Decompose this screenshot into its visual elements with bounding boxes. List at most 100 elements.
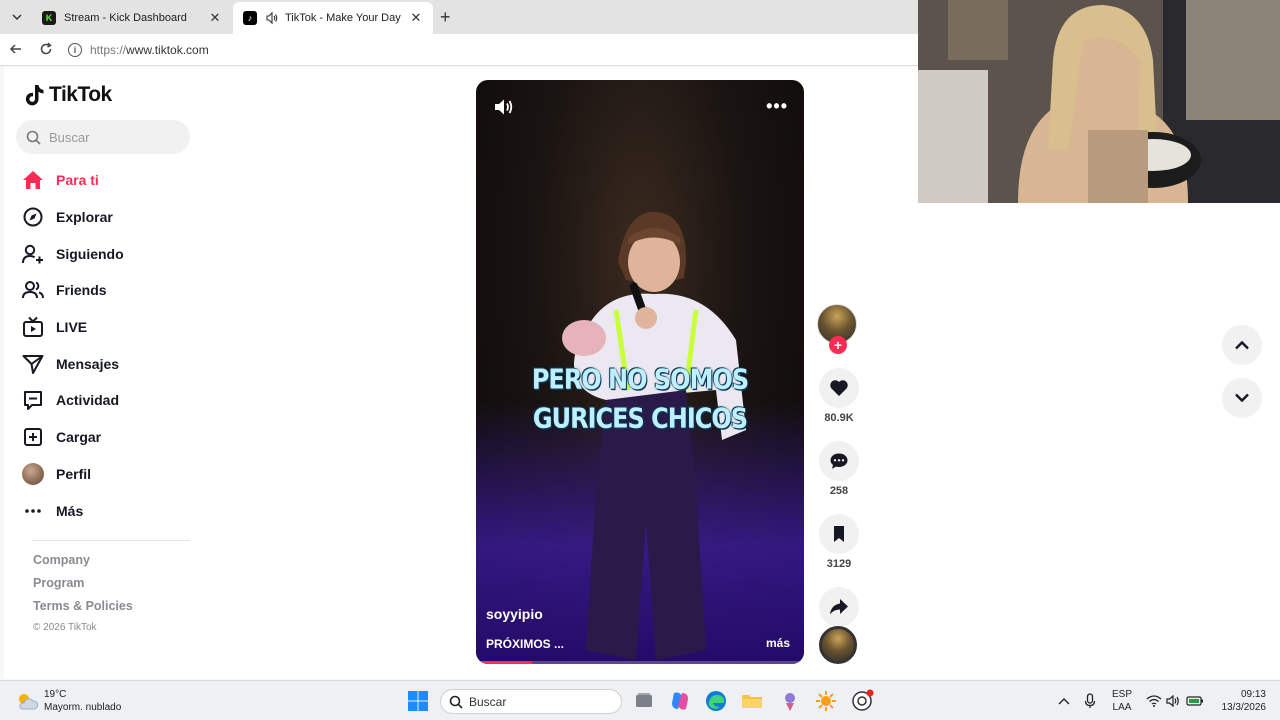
tab-tiktok[interactable]: ♪ TikTok - Make Your Day ✕ (233, 2, 433, 34)
close-tab-icon[interactable]: ✕ (409, 10, 423, 26)
sidebar-item-label: Mensajes (56, 355, 120, 372)
like-count: 80.9K (824, 412, 854, 424)
kick-favicon-icon: K (42, 11, 56, 25)
sidebar-item-siguiendo[interactable]: Siguiendo (20, 235, 190, 272)
sidebar-item-label: Perfil (56, 465, 92, 482)
tab-audio-icon[interactable] (265, 11, 279, 25)
battery-icon[interactable] (1186, 681, 1204, 720)
save-action[interactable]: 3129 (814, 514, 864, 570)
sidebar-item-label: Siguiendo (56, 245, 124, 262)
sidebar-item-label: Para ti (56, 172, 99, 189)
previous-video-button[interactable] (1222, 325, 1262, 365)
taskbar-search[interactable]: Buscar (440, 689, 622, 714)
sidebar-item-para-ti[interactable]: Para ti (20, 162, 190, 199)
video-author[interactable]: soyyipio (486, 606, 543, 622)
app-sun-icon[interactable] (814, 689, 838, 713)
footer-link-company[interactable]: Company (33, 553, 133, 576)
tab-list-chevron-icon[interactable] (8, 8, 26, 26)
weather-widget[interactable]: 19°C Mayorm. nublado (16, 688, 121, 714)
send-icon (20, 351, 46, 377)
app-rocket-icon[interactable] (778, 689, 802, 713)
back-icon[interactable] (8, 42, 24, 58)
reload-icon[interactable] (38, 42, 54, 58)
caption-line-2: GURICES CHICOS (532, 402, 748, 435)
site-info-icon[interactable]: i (68, 43, 82, 57)
new-tab-icon[interactable]: + (440, 7, 451, 28)
sidebar-item-live[interactable]: LIVE (20, 309, 190, 346)
volume-icon[interactable] (492, 96, 514, 118)
sidebar-item-mensajes[interactable]: Mensajes (20, 345, 190, 382)
speaker-icon[interactable] (1166, 681, 1180, 720)
task-view-icon[interactable] (632, 689, 656, 713)
search-icon[interactable] (26, 130, 41, 145)
url-protocol: https:// (90, 43, 127, 57)
profile-avatar (20, 461, 46, 487)
language-indicator[interactable]: ESP LAA (1112, 688, 1132, 714)
tab-title: TikTok - Make Your Day (285, 12, 401, 24)
video-player[interactable]: PERO NO SOMOS GURICES CHICOS ••• soyyipi… (476, 80, 804, 664)
search-icon (449, 695, 463, 709)
logo-text: TikTok (49, 83, 112, 106)
footer-link-program[interactable]: Program (33, 576, 133, 599)
comment-icon[interactable] (819, 441, 859, 481)
caption-line-1: PERO NO SOMOS (531, 363, 749, 396)
tiktok-logo[interactable]: TikTok (24, 83, 112, 107)
weather-temp: 19°C (44, 689, 67, 700)
comment-action[interactable]: 258 (814, 441, 864, 497)
video-description: PRÓXIMOS ... (486, 637, 565, 651)
creator-avatar[interactable]: + (817, 304, 857, 354)
footer-link-terms[interactable]: Terms & Policies (33, 599, 133, 622)
sidebar-item-mas[interactable]: Más (20, 492, 190, 529)
sidebar-footer: Company Program Terms & Policies © 2026 … (33, 553, 133, 645)
friends-icon (20, 277, 46, 303)
user-follow-icon (20, 241, 46, 267)
comment-count: 258 (829, 485, 849, 497)
sidebar-item-label: LIVE (56, 319, 88, 336)
video-more-link[interactable]: más (766, 636, 790, 650)
video-more-options-icon[interactable]: ••• (766, 96, 788, 117)
copilot-icon[interactable] (668, 689, 692, 713)
close-tab-icon[interactable]: ✕ (208, 10, 222, 26)
sidebar-item-label: Más (56, 502, 84, 519)
webcam-feed (918, 0, 1280, 203)
sidebar-divider (32, 540, 190, 541)
cloud-sun-icon (19, 694, 38, 710)
sidebar-item-friends[interactable]: Friends (20, 272, 190, 309)
taskbar-search-label: Buscar (469, 694, 507, 709)
sidebar-item-explorar[interactable]: Explorar (20, 199, 190, 236)
tab-kick-dashboard[interactable]: K Stream - Kick Dashboard ✕ (32, 2, 232, 34)
sidebar-item-cargar[interactable]: Cargar (20, 419, 190, 456)
sidebar-item-perfil[interactable]: Perfil (20, 456, 190, 493)
lang-line-1: ESP (1112, 689, 1133, 700)
chevron-down-icon (1235, 393, 1249, 403)
start-windows-icon[interactable] (406, 689, 430, 713)
save-count: 3129 (826, 558, 852, 570)
bookmark-icon[interactable] (819, 514, 859, 554)
like-action[interactable]: 80.9K (814, 368, 864, 424)
next-video-button[interactable] (1222, 378, 1262, 418)
clock-time: 09:13 (1240, 689, 1266, 700)
url-field[interactable]: i https://www.tiktok.com (68, 40, 209, 60)
tray-overflow-icon[interactable] (1058, 681, 1070, 720)
edge-browser-icon[interactable] (704, 689, 728, 713)
compass-icon (20, 204, 46, 230)
wifi-icon[interactable] (1146, 681, 1162, 720)
microphone-icon[interactable] (1084, 681, 1096, 720)
obs-app-icon[interactable] (850, 689, 874, 713)
home-icon (20, 167, 46, 193)
system-clock[interactable]: 09:13 13/3/2026 (1214, 688, 1267, 714)
file-explorer-icon[interactable] (740, 689, 764, 713)
sidebar-item-actividad[interactable]: Actividad (20, 382, 190, 419)
share-icon[interactable] (819, 587, 859, 627)
video-progress-bar[interactable] (476, 661, 804, 664)
webcam-overlay (918, 0, 1280, 203)
url-host: www.tiktok.com (126, 43, 209, 57)
search-input[interactable] (49, 129, 169, 145)
tiktok-note-icon (25, 85, 44, 106)
avatar (22, 462, 44, 485)
live-tv-icon (20, 314, 46, 340)
follow-plus-icon[interactable]: + (829, 336, 847, 354)
windows-taskbar: 19°C Mayorm. nublado Buscar ESP LAA 09:1… (0, 680, 1280, 720)
music-disc-avatar[interactable] (819, 626, 857, 664)
heart-icon[interactable] (819, 368, 859, 408)
